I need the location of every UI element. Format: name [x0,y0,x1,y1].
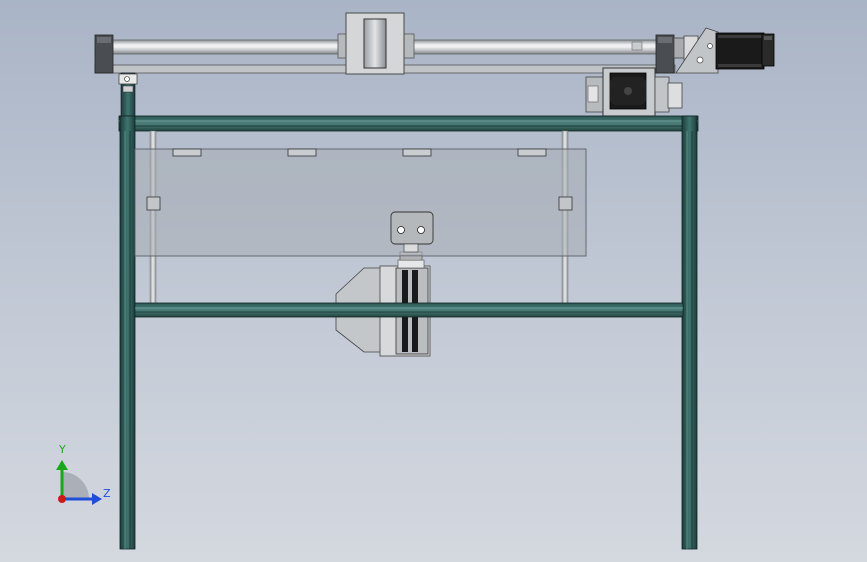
panel-bushing [146,196,161,211]
x-axis-dot [58,495,66,503]
top-carriage[interactable] [337,12,415,75]
left-rail-bracket [118,72,138,119]
cad-model-scene[interactable] [0,0,867,562]
panel-clip [517,148,547,157]
panel-clip [172,148,202,157]
carriage-block [363,18,387,69]
top-frame-beam [118,115,699,132]
y-axis-label: Y [59,443,66,456]
z-axis-label: Z [103,487,111,500]
panel-clip [287,148,317,157]
panel-clip [402,148,432,157]
coordinate-triad [56,460,102,505]
stepper-motor-body [715,32,765,70]
stepper-motor-assembly[interactable] [673,27,775,74]
right-frame-post [681,115,698,550]
panel-bushing [558,196,573,211]
middle-frame-beam [134,302,684,318]
graphics-viewport[interactable]: Y Z [0,0,867,562]
gearbox-housing[interactable] [585,67,683,117]
top-linear-axis[interactable] [94,12,775,75]
middle-frame-beam-group [134,302,684,318]
left-frame-post [119,115,136,550]
transparent-cover-panel[interactable] [134,148,587,257]
